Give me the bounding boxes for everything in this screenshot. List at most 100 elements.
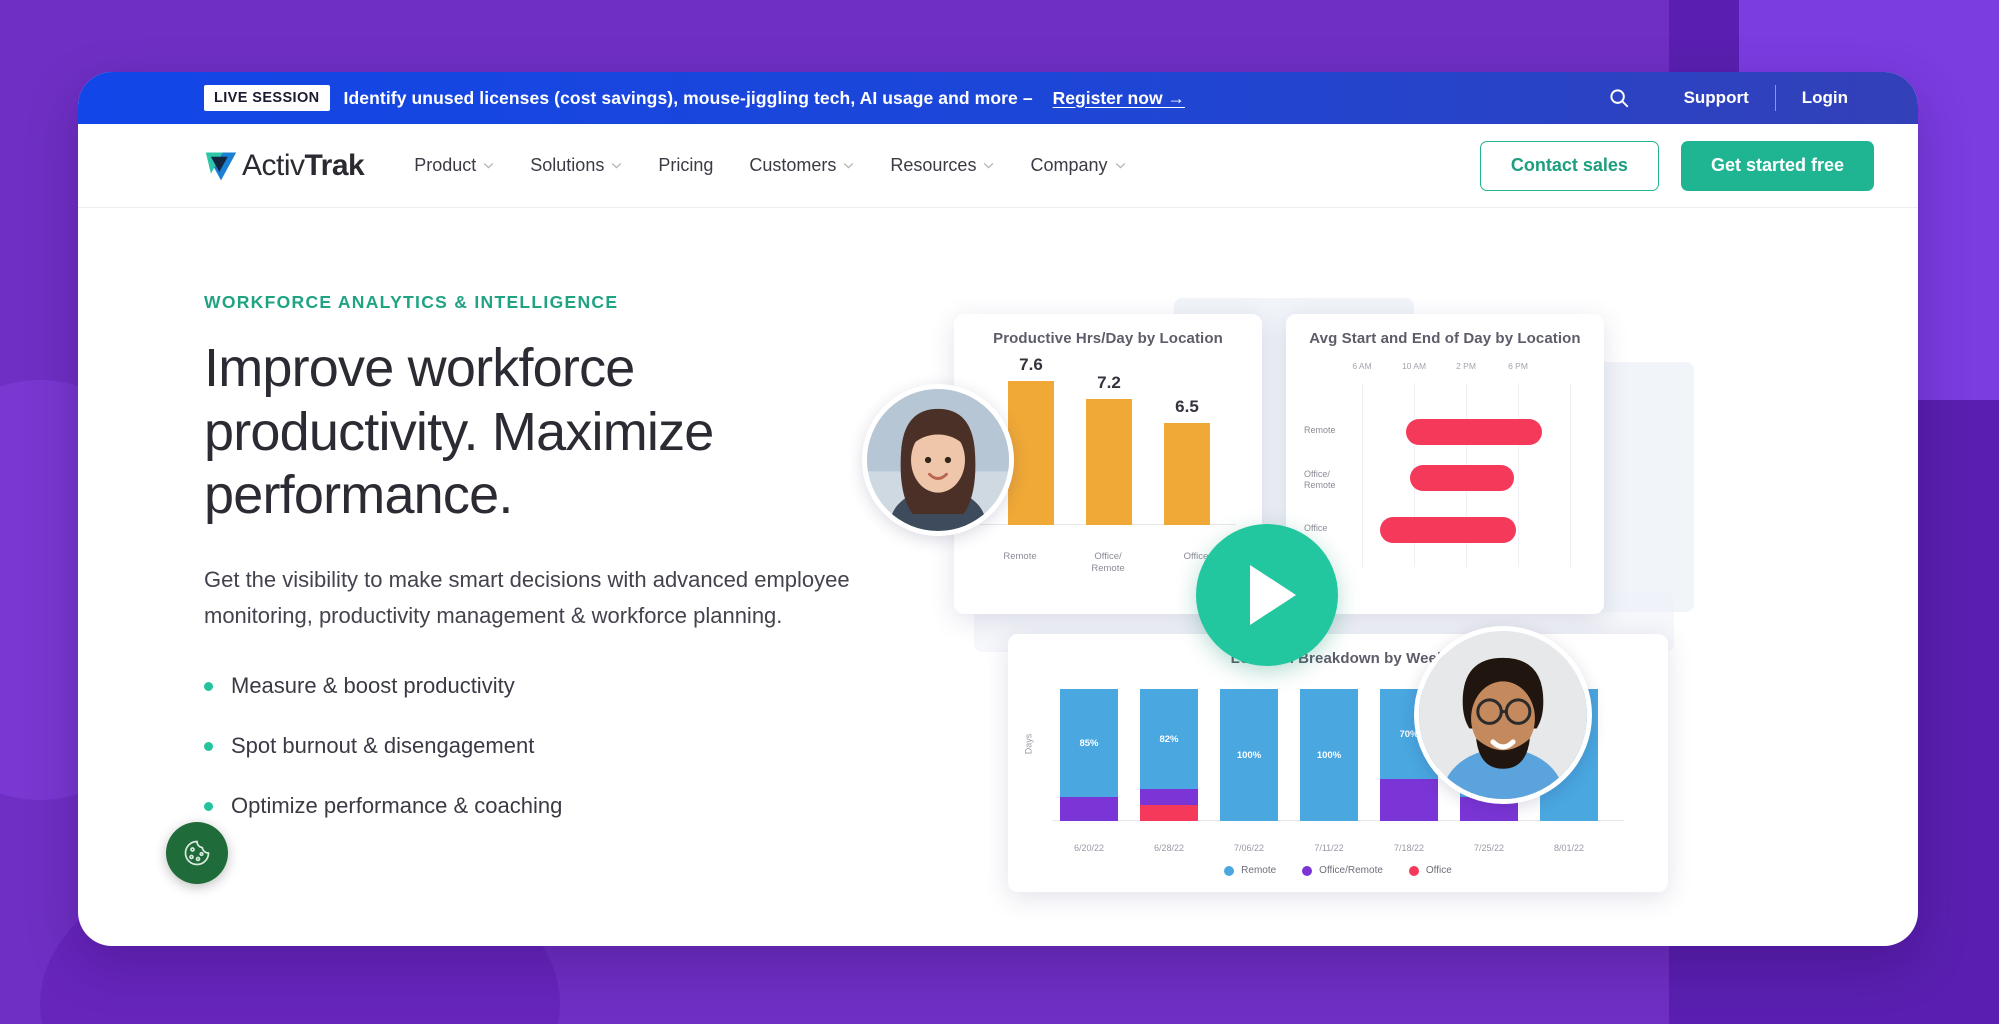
- bar-stack: 82%: [1140, 689, 1198, 821]
- play-video-button[interactable]: [1196, 524, 1338, 666]
- bar-group: 7.6: [1008, 355, 1054, 525]
- nav-item-label: Resources: [890, 155, 977, 175]
- announcement-banner: LIVE SESSION Identify unused licenses (c…: [78, 72, 1918, 124]
- announcement-message: Identify unused licenses (cost savings),…: [343, 87, 1033, 108]
- chart-y-axis-label: Days: [1023, 733, 1034, 755]
- legend-label: Office/Remote: [1319, 865, 1383, 876]
- nav-item-label: Company: [1030, 155, 1108, 175]
- gantt-bar: [1406, 419, 1542, 445]
- x-tick-label: 6 AM: [1352, 361, 1372, 371]
- x-tick-label: 6/28/22: [1153, 843, 1185, 853]
- nav-item-solutions[interactable]: Solutions: [512, 145, 640, 186]
- legend-item-office: Office: [1408, 865, 1452, 876]
- bullet-dot-icon: [204, 681, 213, 691]
- bar-chart-productive-hours: 7.6 7.2 6.5: [980, 353, 1236, 551]
- nav-item-product[interactable]: Product: [396, 145, 512, 186]
- nav-item-company[interactable]: Company: [1012, 145, 1143, 186]
- hero-subcopy: Get the visibility to make smart decisio…: [204, 567, 850, 628]
- x-tick-label: 7/06/22: [1233, 843, 1265, 853]
- logo-mark-icon: [204, 150, 238, 182]
- chart-card-start-end-day: Avg Start and End of Day by Location 6 A…: [1286, 314, 1604, 614]
- bar-stack: 85%: [1060, 689, 1118, 821]
- y-tick-label: Remote: [1304, 425, 1336, 435]
- activtrak-logo[interactable]: ActivTrak: [204, 149, 365, 183]
- search-icon[interactable]: [1608, 87, 1658, 109]
- chevron-down-icon: [843, 162, 854, 169]
- page-title: Improve workforce productivity. Maximize…: [204, 338, 714, 526]
- chart-title: Avg Start and End of Day by Location: [1309, 330, 1581, 347]
- nav-item-label: Solutions: [530, 155, 605, 175]
- legend-item-remote: Remote: [1224, 865, 1276, 876]
- chevron-down-icon: [983, 162, 994, 169]
- logo-wordmark: ActivTrak: [242, 149, 365, 183]
- bar-segment-office: [1140, 805, 1198, 821]
- x-tick-label: 6/20/22: [1073, 843, 1105, 853]
- legend-swatch-icon: [1224, 865, 1235, 876]
- legend-swatch-icon: [1408, 865, 1419, 876]
- hero-media: Productive Hrs/Day by Location 7.6 7.2 6…: [862, 292, 1918, 892]
- bar-segment-remote: 100%: [1300, 689, 1358, 821]
- y-tick-label: Office: [1304, 523, 1328, 533]
- bar-stack: 100%: [1300, 689, 1358, 821]
- main-navigation: ActivTrak Product Solutions Pricing Cust…: [78, 124, 1918, 208]
- nav-item-label: Product: [414, 155, 477, 175]
- bar-stack: 100%: [1220, 689, 1278, 821]
- legend-label: Office: [1425, 865, 1452, 876]
- nav-item-resources[interactable]: Resources: [872, 145, 1012, 186]
- live-session-badge: LIVE SESSION: [204, 85, 330, 111]
- hero-bullet-list: Measure & boost productivity Spot burnou…: [204, 673, 904, 819]
- bullet-label: Optimize performance & coaching: [231, 793, 563, 819]
- x-tick-label: 7/18/22: [1393, 843, 1425, 853]
- bar-segment-office-remote: [1140, 789, 1198, 805]
- register-now-link[interactable]: Register now →: [1053, 88, 1185, 109]
- nav-item-customers[interactable]: Customers: [731, 145, 872, 186]
- nav-item-pricing[interactable]: Pricing: [640, 145, 731, 186]
- avatar-man-illustration: [1419, 631, 1587, 799]
- announcement-content: LIVE SESSION Identify unused licenses (c…: [204, 85, 1608, 111]
- bullet-label: Measure & boost productivity: [231, 673, 515, 699]
- chart-legend: Remote Office/Remote Office: [1008, 865, 1668, 876]
- bar: [1164, 423, 1210, 525]
- avatar-woman-illustration: [867, 389, 1009, 531]
- list-item: Optimize performance & coaching: [204, 793, 904, 819]
- legend-label: Remote: [1241, 865, 1277, 876]
- x-tick-label: 10 AM: [1401, 361, 1427, 371]
- x-tick-label: 7/25/22: [1473, 843, 1505, 853]
- x-tick-label: Remote: [1003, 551, 1037, 562]
- bullet-dot-icon: [204, 801, 213, 811]
- bar-value-label: 7.2: [1097, 373, 1121, 392]
- x-tick-label: 7/11/22: [1314, 843, 1344, 853]
- support-link[interactable]: Support: [1658, 88, 1775, 108]
- list-item: Measure & boost productivity: [204, 673, 904, 699]
- contact-sales-button[interactable]: Contact sales: [1479, 140, 1659, 191]
- chevron-down-icon: [611, 162, 622, 169]
- cookie-settings-button[interactable]: [166, 822, 228, 884]
- get-started-free-button[interactable]: Get started free: [1680, 140, 1874, 191]
- bar-segment-remote: 85%: [1060, 689, 1118, 797]
- bar-segment-office-remote: [1380, 779, 1438, 821]
- login-link[interactable]: Login: [1776, 88, 1874, 108]
- bullet-dot-icon: [204, 741, 213, 751]
- nav-cta-group: Contact sales Get started free: [1479, 140, 1874, 191]
- bar-segment-office-remote: [1060, 797, 1118, 821]
- chevron-down-icon: [1115, 162, 1126, 169]
- chart-x-tick-labels: 6/20/22 6/28/22 7/06/22 7/11/22 7/18/22 …: [1052, 843, 1624, 861]
- gantt-bar: [1410, 465, 1514, 491]
- nav-item-label: Pricing: [658, 155, 714, 175]
- bar-value-label: 7.6: [1019, 355, 1043, 374]
- bar-group: 6.5: [1164, 397, 1210, 525]
- bar-value-label: 6.5: [1175, 397, 1199, 416]
- avatar-woman: [862, 384, 1014, 536]
- play-icon: [1250, 565, 1296, 625]
- gantt-bar: [1380, 517, 1516, 543]
- x-tick-label: 6 PM: [1508, 361, 1528, 371]
- avatar-man: [1414, 626, 1592, 804]
- x-tick-label: 8/01/22: [1553, 843, 1585, 853]
- bar-segment-remote: 82%: [1140, 689, 1198, 789]
- chevron-down-icon: [483, 162, 494, 169]
- gridline: [1570, 383, 1571, 567]
- gantt-chart-start-end-day: 6 AM 10 AM 2 PM 6 PM Remote Office/ Remo…: [1304, 361, 1586, 581]
- bullet-label: Spot burnout & disengagement: [231, 733, 535, 759]
- legend-swatch-icon: [1302, 865, 1313, 876]
- banner-utility-nav: Support Login: [1608, 85, 1874, 111]
